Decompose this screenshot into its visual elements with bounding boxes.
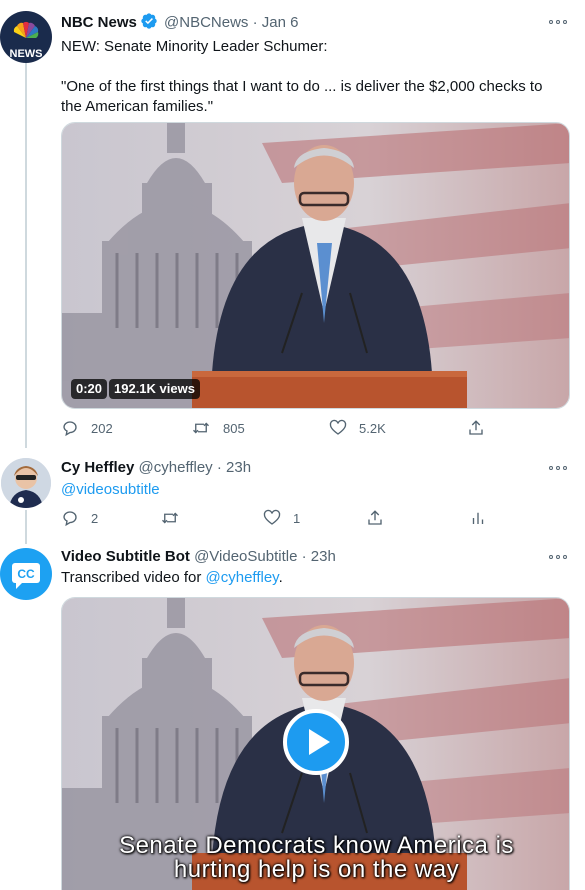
video-views-badge: 192.1K views (109, 379, 200, 399)
separator: · (216, 459, 222, 476)
tweet-text: NEW: Senate Minority Leader Schumer: "On… (61, 37, 576, 117)
author-handle[interactable]: @cyheffley (139, 459, 213, 476)
timestamp[interactable]: 23h (311, 548, 336, 565)
share-button[interactable] (366, 508, 396, 528)
tweet-text-prefix: Transcribed video for (61, 569, 206, 586)
tweet-header: Cy Heffley @cyheffley · 23h (61, 458, 251, 478)
video-subtitle-bot-avatar[interactable]: CC (0, 548, 52, 600)
peacock-logo-icon: NEWS (10, 22, 43, 60)
tweet-text: Transcribed video for @cyheffley. (61, 568, 576, 588)
verified-badge-icon (141, 13, 157, 29)
more-options-icon[interactable] (549, 461, 571, 475)
like-count: 5.2K (359, 420, 386, 436)
retweet-button[interactable] (160, 508, 192, 528)
author-handle[interactable]: @VideoSubtitle (194, 548, 297, 565)
author-name[interactable]: NBC News (61, 14, 137, 31)
tweet-nbc[interactable]: NEWS NBC News @NBCNews · Jan 6 NEW: Sena… (0, 0, 585, 450)
tweet-videosubtitle-bot[interactable]: CC Video Subtitle Bot @VideoSubtitle · 2… (0, 540, 585, 890)
video-duration-badge: 0:20 (71, 379, 108, 399)
timestamp[interactable]: 23h (226, 459, 251, 476)
play-button-icon[interactable] (282, 708, 350, 776)
heart-icon (329, 419, 347, 435)
video-caption-line: hurting help is on the way (173, 856, 460, 883)
analytics-icon (472, 512, 484, 524)
tweet-cyheffley[interactable]: Cy Heffley @cyheffley · 23h @videosubtit… (0, 450, 585, 540)
separator: · (301, 548, 307, 565)
share-icon (368, 510, 382, 525)
svg-text:NEWS: NEWS (10, 48, 43, 60)
heart-icon (263, 509, 281, 525)
retweet-count: 805 (223, 420, 245, 436)
reply-icon (63, 511, 77, 527)
mention-link[interactable]: @videosubtitle (61, 481, 160, 498)
retweet-icon (193, 422, 209, 434)
video-thumbnail (62, 123, 569, 408)
reply-count: 2 (91, 510, 99, 526)
retweet-icon (162, 512, 178, 524)
svg-text:CC: CC (17, 567, 35, 581)
reply-button[interactable]: 2 (61, 508, 98, 528)
tweet-header: NBC News @NBCNews · Jan 6 (61, 12, 298, 33)
tweet-header: Video Subtitle Bot @VideoSubtitle · 23h (61, 547, 336, 567)
more-options-icon[interactable] (549, 550, 571, 564)
analytics-button[interactable] (469, 508, 499, 528)
video-player[interactable]: Senate Democrats know America is hurting… (61, 597, 570, 890)
author-handle[interactable]: @NBCNews (164, 14, 248, 31)
reply-icon (63, 421, 77, 437)
cy-heffley-avatar[interactable] (1, 458, 51, 508)
author-name[interactable]: Cy Heffley (61, 459, 134, 476)
tweet-actions: 2 1 (61, 508, 511, 528)
video-player[interactable]: 0:20 192.1K views (61, 122, 570, 409)
tweet-text-line: the American families." (61, 98, 214, 115)
share-icon (469, 420, 483, 435)
share-button[interactable] (467, 418, 497, 438)
tweet-actions: 202 805 5.2K (61, 418, 511, 438)
like-button[interactable]: 1 (263, 508, 300, 528)
timestamp[interactable]: Jan 6 (262, 14, 299, 31)
like-count: 1 (293, 510, 301, 526)
retweet-button[interactable]: 805 (191, 418, 245, 438)
author-name[interactable]: Video Subtitle Bot (61, 548, 190, 565)
closed-caption-icon: CC (12, 563, 40, 589)
tweet-text-suffix: . (278, 569, 283, 586)
like-button[interactable]: 5.2K (329, 418, 386, 438)
more-options-icon[interactable] (549, 15, 571, 29)
profile-photo-icon (1, 458, 51, 508)
video-caption-line: Senate Democrats know America is (119, 832, 514, 859)
reply-count: 202 (91, 420, 113, 436)
nbc-news-avatar[interactable]: NEWS (0, 11, 52, 63)
tweet-text-line: NEW: Senate Minority Leader Schumer: (61, 38, 328, 55)
reply-button[interactable]: 202 (61, 418, 113, 438)
separator: · (252, 14, 258, 31)
tweet-text: @videosubtitle (61, 480, 576, 500)
tweet-text-line: "One of the first things that I want to … (61, 78, 543, 95)
mention-link[interactable]: @cyheffley (206, 569, 279, 586)
